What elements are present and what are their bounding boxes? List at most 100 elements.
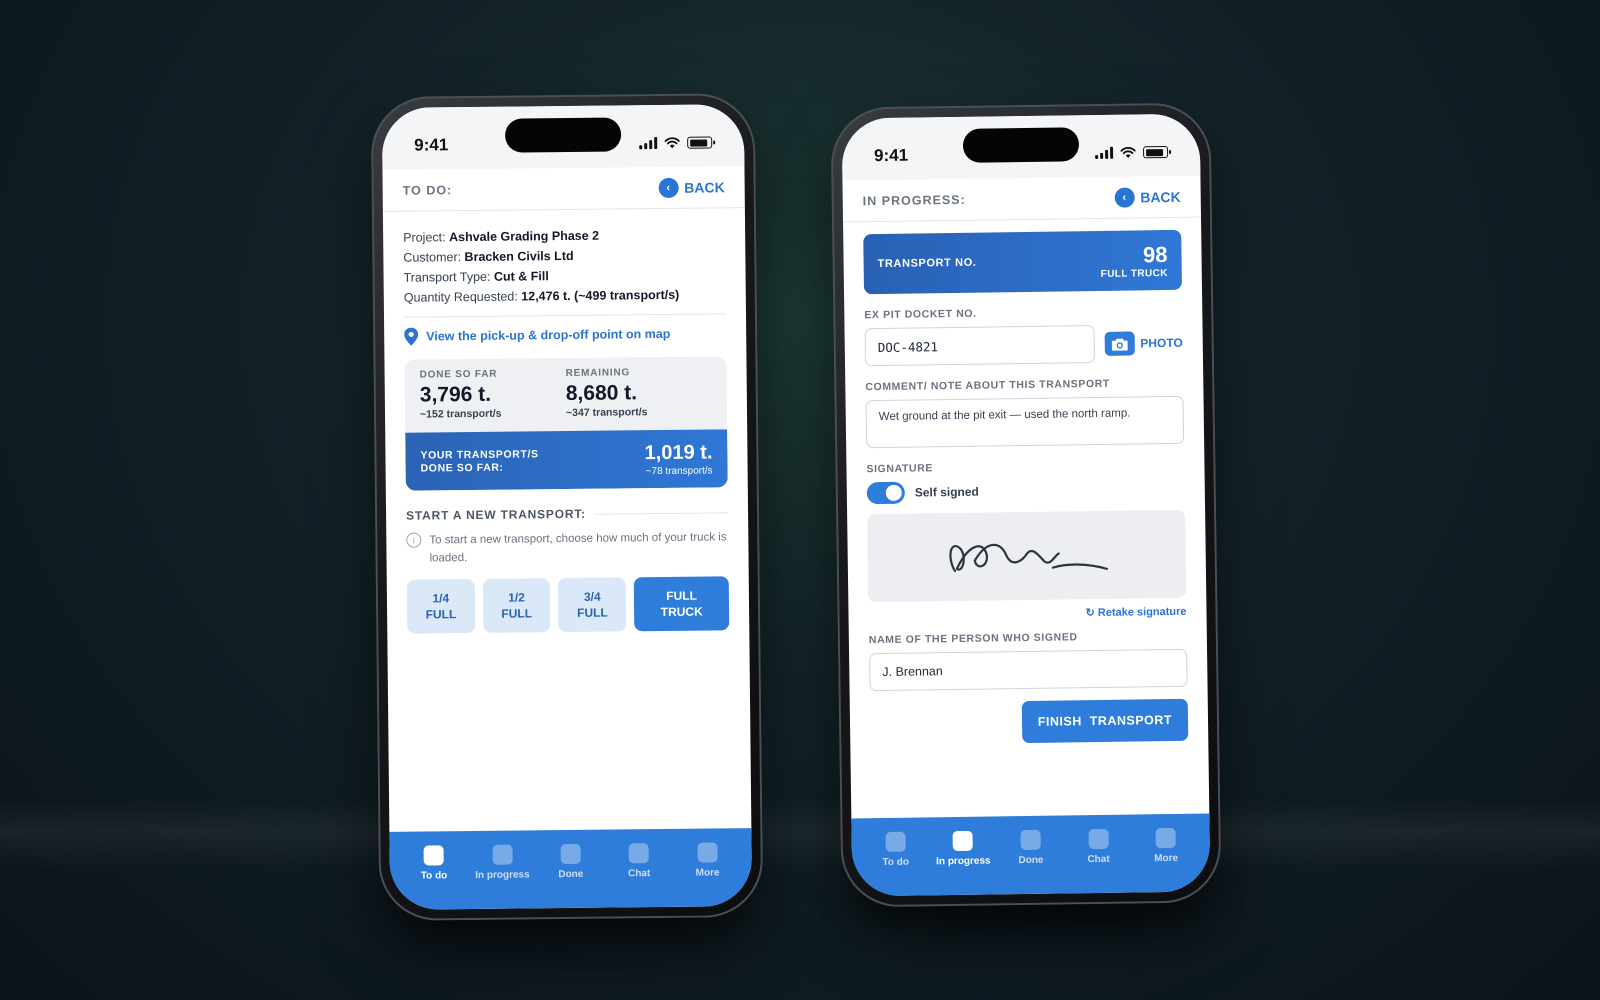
floor-reflection bbox=[0, 800, 1600, 870]
docket-label: EX PIT DOCKET NO. bbox=[864, 307, 977, 322]
tab-more[interactable]: More bbox=[675, 842, 740, 907]
transport-number-label: TRANSPORT NO. bbox=[877, 256, 977, 271]
tab-in-progress[interactable]: In progress bbox=[470, 844, 535, 909]
yours-value-block: 1,019 t. ~78 transport/s bbox=[644, 441, 712, 477]
comment-label: COMMENT/ NOTE ABOUT THIS TRANSPORT bbox=[865, 377, 1110, 394]
dynamic-island bbox=[962, 127, 1080, 163]
load-full-line-2: TRUCK bbox=[660, 604, 703, 620]
self-signed-row: Self signed bbox=[866, 478, 1185, 505]
customer-label: Customer: bbox=[403, 250, 462, 265]
screen-header: TO DO: ‹ BACK bbox=[382, 166, 745, 212]
section-rule bbox=[593, 511, 729, 515]
load-full-line-1: FULL bbox=[666, 588, 697, 603]
done-sub: ~152 transport/s bbox=[419, 407, 502, 421]
in-progress-icon bbox=[952, 830, 974, 852]
docket-input[interactable]: DOC-4821 bbox=[864, 325, 1095, 367]
tab-label: Chat bbox=[628, 868, 651, 880]
signer-name-input[interactable]: J. Brennan bbox=[869, 648, 1188, 692]
status-icons bbox=[1095, 145, 1169, 160]
photo-button[interactable]: PHOTO bbox=[1104, 331, 1183, 356]
camera-icon bbox=[1104, 331, 1135, 356]
yours-label: YOUR TRANSPORT/S DONE SO FAR: bbox=[420, 448, 538, 475]
remaining-sub: ~347 transport/s bbox=[565, 406, 648, 420]
remaining-value: 8,680 t. bbox=[565, 381, 638, 406]
chat-icon bbox=[628, 843, 650, 864]
remaining-label: REMAINING bbox=[565, 367, 631, 380]
done-so-far-stat: DONE SO FAR 3,796 t. ~152 transport/s bbox=[420, 368, 567, 421]
in-progress-content: TRANSPORT NO. 98 FULL TRUCK EX PIT DOCKE… bbox=[843, 218, 1208, 746]
chevron-left-icon: ‹ bbox=[1114, 186, 1135, 208]
tab-more[interactable]: More bbox=[1134, 827, 1199, 893]
tab-label: Chat bbox=[1087, 853, 1110, 866]
back-button[interactable]: ‹ BACK bbox=[1114, 186, 1181, 208]
tab-done[interactable]: Done bbox=[538, 843, 603, 909]
page-title: IN PROGRESS: bbox=[862, 192, 966, 208]
retake-signature-link[interactable]: ↻ Retake signature bbox=[868, 605, 1187, 622]
photo-label: PHOTO bbox=[1140, 335, 1183, 351]
signature-pad[interactable] bbox=[867, 509, 1187, 603]
map-link-label: View the pick-up & drop-off point on map bbox=[426, 326, 671, 344]
status-time: 9:41 bbox=[873, 145, 909, 166]
transport-load: FULL TRUCK bbox=[1100, 267, 1168, 280]
info-icon: i bbox=[406, 532, 422, 548]
load-three-quarter-line-1: 3/4 bbox=[583, 589, 601, 604]
more-icon bbox=[697, 842, 718, 863]
screen-in-progress: 9:41 IN PROGRESS: ‹ BACK TRANSPORT NO. 9… bbox=[841, 113, 1211, 897]
new-transport-hint: i To start a new transport, choose how m… bbox=[406, 528, 728, 567]
yours-sub: ~78 transport/s bbox=[645, 465, 713, 478]
load-full-truck-button[interactable]: FULL TRUCK bbox=[633, 576, 730, 632]
tab-bar: To do In progress Done Chat More bbox=[851, 813, 1211, 897]
hint-text: To start a new transport, choose how muc… bbox=[429, 531, 727, 565]
status-time: 9:41 bbox=[414, 135, 449, 155]
tab-label: To do bbox=[882, 856, 910, 869]
load-half-button[interactable]: 1/2 FULL bbox=[482, 578, 551, 633]
self-signed-label: Self signed bbox=[914, 484, 979, 500]
tab-label: In progress bbox=[475, 869, 530, 881]
tab-in-progress[interactable]: In progress bbox=[931, 830, 996, 895]
back-label: BACK bbox=[684, 178, 725, 196]
comment-textarea[interactable]: Wet ground at the pit exit — used the no… bbox=[865, 395, 1185, 449]
load-quarter-button[interactable]: 1/4 FULL bbox=[406, 578, 476, 634]
back-button[interactable]: ‹ BACK bbox=[658, 177, 725, 198]
self-signed-toggle[interactable] bbox=[866, 481, 905, 505]
tab-label: To do bbox=[420, 870, 448, 882]
tab-chat[interactable]: Chat bbox=[1066, 828, 1131, 894]
status-icons bbox=[639, 136, 713, 150]
dynamic-island bbox=[504, 117, 622, 153]
chat-icon bbox=[1088, 828, 1109, 850]
transport-number: 98 bbox=[1142, 241, 1168, 267]
battery-icon bbox=[1143, 145, 1169, 159]
stats-top: DONE SO FAR 3,796 t. ~152 transport/s RE… bbox=[404, 356, 727, 432]
tab-label: In progress bbox=[936, 855, 991, 868]
your-transports-banner: YOUR TRANSPORT/S DONE SO FAR: 1,019 t. ~… bbox=[405, 429, 728, 491]
transport-number-block: 98 FULL TRUCK bbox=[1100, 242, 1168, 280]
project-label: Project: bbox=[403, 230, 446, 245]
chevron-left-icon: ‹ bbox=[658, 177, 679, 198]
cellular-signal-icon bbox=[1095, 146, 1114, 160]
quantity-value: 12,476 t. (~499 transport/s) bbox=[521, 287, 680, 304]
transport-type-label: Transport Type: bbox=[403, 269, 491, 285]
load-quarter-line-2: FULL bbox=[425, 607, 457, 622]
tab-todo[interactable]: To do bbox=[402, 845, 467, 910]
map-link[interactable]: View the pick-up & drop-off point on map bbox=[404, 324, 726, 346]
map-pin-icon bbox=[404, 327, 419, 346]
battery-icon bbox=[687, 136, 713, 149]
tab-todo[interactable]: To do bbox=[863, 831, 928, 896]
finish-transport-button[interactable]: FINISH TRANSPORT bbox=[1021, 698, 1189, 744]
done-value: 3,796 t. bbox=[419, 382, 492, 407]
tab-done[interactable]: Done bbox=[999, 829, 1064, 895]
todo-content: Project: Ashvale Grading Phase 2 Custome… bbox=[383, 208, 749, 634]
phone-todo: 9:41 TO DO: ‹ BACK Project: Ashvale Grad… bbox=[370, 93, 764, 921]
load-three-quarter-button[interactable]: 3/4 FULL bbox=[558, 577, 627, 633]
more-icon bbox=[1155, 827, 1176, 849]
new-transport-title: START A NEW TRANSPORT: bbox=[406, 506, 586, 523]
tab-chat[interactable]: Chat bbox=[607, 843, 672, 908]
load-half-line-1: 1/2 bbox=[508, 590, 525, 605]
yours-label-line-2: DONE SO FAR: bbox=[420, 461, 504, 475]
back-label: BACK bbox=[1140, 188, 1181, 205]
load-half-line-2: FULL bbox=[501, 606, 533, 621]
signature-drawing bbox=[949, 543, 1108, 573]
quantity-line: Quantity Requested: 12,476 t. (~499 tran… bbox=[404, 284, 726, 307]
transport-number-card: TRANSPORT NO. 98 FULL TRUCK bbox=[863, 229, 1183, 295]
todo-icon bbox=[885, 831, 906, 852]
